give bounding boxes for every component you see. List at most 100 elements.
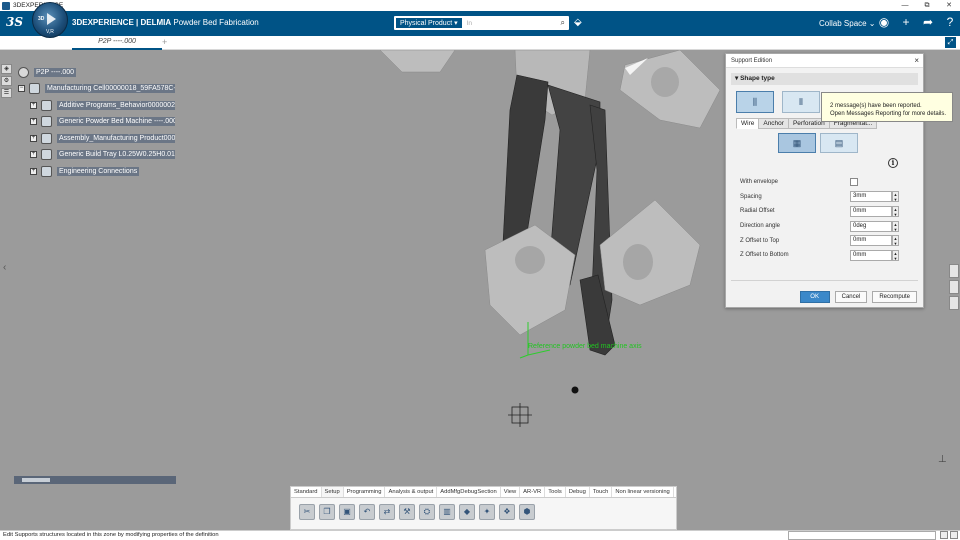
scan-path-icon[interactable]: ✦: [479, 504, 495, 520]
cube-hole-lower-left: [515, 246, 545, 274]
copy-icon[interactable]: ❐: [319, 504, 335, 520]
param-with-envelope: With envelope: [740, 175, 900, 190]
cut-icon[interactable]: ✂: [299, 504, 315, 520]
orientation-icon[interactable]: ◆: [459, 504, 475, 520]
tree-horizontal-scrollbar[interactable]: [14, 476, 176, 484]
tree-node-build-tray[interactable]: + Generic Build Tray L0.25W0.25H0.01R: [30, 147, 175, 164]
minimize-button[interactable]: —: [894, 0, 916, 11]
shape-columns-button[interactable]: ⦀: [782, 91, 820, 113]
tab-anchor[interactable]: Anchor: [758, 118, 789, 129]
tab-tools[interactable]: Tools: [545, 487, 566, 497]
tree-toggle-icon[interactable]: ◈: [1, 64, 12, 74]
help-icon[interactable]: ?: [942, 15, 958, 29]
dialog-buttons: OK Cancel Recompute: [799, 291, 917, 303]
search-scope-dropdown[interactable]: Physical Product ▾: [395, 17, 463, 29]
restore-button[interactable]: ⧉: [916, 0, 938, 11]
white-shard: [625, 58, 648, 75]
tree-node-assembly[interactable]: + Assembly_Manufacturing Product0000: [30, 130, 175, 147]
side-tool-2-icon[interactable]: [949, 280, 959, 294]
support-icon[interactable]: ⛭: [419, 504, 435, 520]
manipulate-icon[interactable]: ⇄: [379, 504, 395, 520]
ds-logo[interactable]: 3S: [6, 15, 23, 29]
tab-non-linear-versioning[interactable]: Non linear versioning: [612, 487, 674, 497]
tab-debug[interactable]: Debug: [566, 487, 590, 497]
ok-button[interactable]: OK: [799, 291, 830, 303]
compass-widget[interactable]: 3D V,R: [32, 2, 68, 38]
radial-offset-field[interactable]: 0mm: [850, 205, 892, 217]
tab-ar-vr[interactable]: AR-VR: [520, 487, 546, 497]
z-offset-top-spinner[interactable]: ▲ ▼: [892, 235, 899, 247]
expand-icon[interactable]: +: [30, 101, 37, 109]
z-offset-top-field[interactable]: 0mm: [850, 235, 892, 247]
robot-compass-icon: [508, 403, 532, 427]
spacing-field[interactable]: 3mm: [850, 191, 892, 203]
user-icon[interactable]: ◉: [876, 15, 892, 29]
undo-icon[interactable]: ↶: [359, 504, 375, 520]
with-envelope-checkbox[interactable]: [850, 178, 858, 187]
close-icon[interactable]: ×: [914, 56, 919, 65]
tab-programming[interactable]: Programming: [344, 487, 386, 497]
tab-setup[interactable]: Setup: [321, 487, 344, 497]
tab-addmfg-debug[interactable]: AddMfgDebugSection: [437, 487, 501, 497]
add-tab-button[interactable]: +: [162, 37, 167, 47]
plus-icon[interactable]: +: [898, 15, 914, 29]
brand-name: 3DEXPERIENCE | DELMIA: [72, 18, 172, 27]
tree-node-machine[interactable]: + Generic Powder Bed Machine ----.000 ..…: [30, 114, 175, 131]
radial-offset-spinner[interactable]: ▲ ▼: [892, 205, 899, 217]
z-offset-bottom-field[interactable]: 0mm: [850, 249, 892, 261]
command-input[interactable]: [788, 531, 936, 540]
direction-angle-spinner[interactable]: ▲ ▼: [892, 220, 899, 232]
collapse-icon[interactable]: −: [18, 85, 25, 93]
tree-node-cell[interactable]: − Manufacturing Cell00000018_59FA578C-: [18, 81, 175, 98]
search-input[interactable]: In: [467, 20, 561, 27]
close-window-button[interactable]: ✕: [938, 0, 960, 11]
paste-icon[interactable]: ▣: [339, 504, 355, 520]
side-tool-1-icon[interactable]: [949, 264, 959, 278]
side-tool-3-icon[interactable]: [949, 296, 959, 310]
recompute-button[interactable]: Recompute: [872, 291, 917, 303]
maximize-icon[interactable]: ⤢: [945, 37, 956, 48]
messages-tooltip[interactable]: 2 message(s) have been reported. Open Me…: [821, 92, 953, 122]
wire-type-1-button[interactable]: ▦: [778, 133, 816, 153]
wire-type-2-button[interactable]: ▤: [820, 133, 858, 153]
tree-node-programs[interactable]: + Additive Programs_Behavior00000021: [30, 97, 175, 114]
filter-icon[interactable]: ⚙: [1, 76, 12, 86]
machine-setup-icon[interactable]: ⚒: [399, 504, 415, 520]
scrollbar-thumb[interactable]: [22, 478, 50, 482]
param-z-offset-top: Z Offset to Top 0mm ▲ ▼: [740, 233, 900, 248]
black-marker: [571, 386, 579, 394]
collab-space-dropdown[interactable]: Collab Space ⌄: [819, 19, 876, 28]
z-offset-bottom-spinner[interactable]: ▲ ▼: [892, 249, 899, 261]
tab-view[interactable]: View: [501, 487, 521, 497]
collapse-panel-icon[interactable]: ‹: [3, 262, 6, 273]
cancel-button[interactable]: Cancel: [834, 291, 868, 303]
tab-p2p[interactable]: P2P ----.000: [72, 36, 162, 50]
tree-node-root[interactable]: P2P ----.000: [18, 64, 175, 81]
info-icon[interactable]: i: [888, 158, 898, 168]
expand-icon[interactable]: +: [30, 151, 37, 159]
status-icon-2[interactable]: [950, 531, 958, 539]
tab-standard[interactable]: Standard: [291, 487, 322, 497]
tab-analysis-output[interactable]: Analysis & output: [385, 487, 438, 497]
shape-type-section[interactable]: ▾ Shape type: [731, 73, 918, 85]
tab-touch[interactable]: Touch: [590, 487, 613, 497]
tag-icon[interactable]: ⬙: [574, 17, 582, 28]
status-icon-1[interactable]: [940, 531, 948, 539]
tree-node-connections[interactable]: + Engineering Connections: [30, 163, 175, 180]
expand-icon[interactable]: +: [30, 167, 37, 175]
part-icon[interactable]: ⬢: [519, 504, 535, 520]
cube-top-left: [379, 50, 456, 73]
direction-angle-field[interactable]: 0deg: [850, 220, 892, 232]
build-tray-icon[interactable]: ▥: [439, 504, 455, 520]
expand-icon[interactable]: +: [30, 134, 37, 142]
spacing-spinner[interactable]: ▲ ▼: [892, 191, 899, 203]
shape-lattice-button[interactable]: ⫼: [736, 91, 774, 113]
share-icon[interactable]: ➦: [920, 15, 936, 29]
slice-icon[interactable]: ❖: [499, 504, 515, 520]
specification-tree: P2P ----.000 − Manufacturing Cell0000001…: [18, 64, 175, 180]
tab-wire[interactable]: Wire: [736, 118, 760, 129]
search-icon[interactable]: ⌕: [561, 18, 565, 28]
layers-icon[interactable]: ☰: [1, 88, 12, 98]
expand-icon[interactable]: +: [30, 118, 37, 126]
param-z-offset-bottom: Z Offset to Bottom 0mm ▲ ▼: [740, 248, 900, 263]
